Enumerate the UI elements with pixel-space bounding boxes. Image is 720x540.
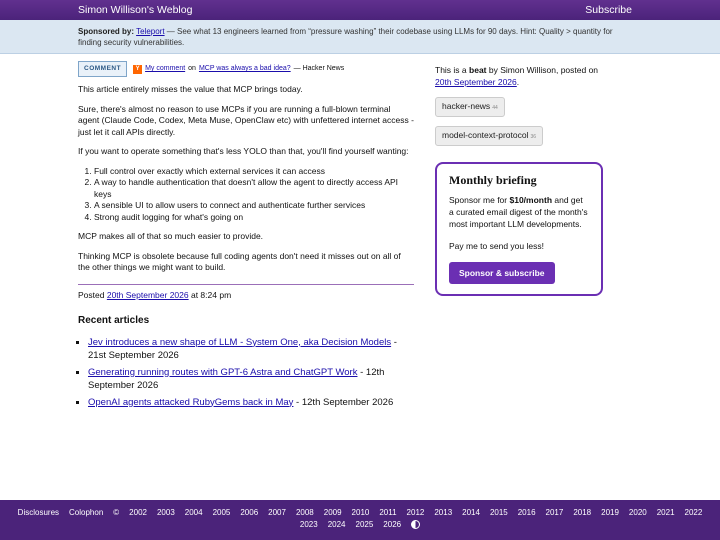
comment-source: — Hacker News xyxy=(293,65,345,73)
tag-count: 36 xyxy=(530,134,537,140)
footer-year-link[interactable]: 2009 xyxy=(324,508,342,517)
paragraph-5: Thinking MCP is obsolete because full co… xyxy=(78,250,401,273)
beat-label: beat xyxy=(469,65,487,75)
sidebar-intro: This is a beat by Simon Willison, posted… xyxy=(435,65,599,87)
footer-year-link[interactable]: 2003 xyxy=(157,508,175,517)
main-content: COMMENT Y My comment on MCP was always a… xyxy=(78,61,414,413)
footer-link[interactable]: Colophon xyxy=(69,508,103,517)
posted-date-link[interactable]: 20th September 2026 xyxy=(107,290,189,300)
footer-year-link[interactable]: 2011 xyxy=(379,508,396,517)
recent-article-link[interactable]: OpenAI agents attacked RubyGems back in … xyxy=(88,397,293,408)
recent-article-link[interactable]: Jev introduces a new shape of LLM - Syst… xyxy=(88,337,391,348)
comment-badge: COMMENT xyxy=(78,61,128,77)
recent-article-link[interactable]: Generating running routes with GPT-6 Ast… xyxy=(88,367,357,378)
briefing-text-1: Sponsor me for xyxy=(449,195,508,205)
subscribe-link[interactable]: Subscribe xyxy=(585,4,632,16)
site-header: Simon Willison's Weblog Subscribe xyxy=(0,0,720,20)
requirements-list: Full control over exactly which external… xyxy=(78,166,414,224)
monthly-briefing-box: Monthly briefing Sponsor me for $10/mont… xyxy=(435,162,603,296)
footer-row-2: 2023 2024 2025 2026 xyxy=(0,520,720,529)
list-item: A way to handle authentication that does… xyxy=(94,177,414,200)
footer-year-link[interactable]: 2012 xyxy=(407,508,425,517)
briefing-text: Sponsor me for $10/month and get a curat… xyxy=(449,194,589,230)
footer-year-link[interactable]: 2017 xyxy=(546,508,564,517)
post-link[interactable]: MCP was always a bad idea? xyxy=(199,63,291,75)
footer-year-link[interactable]: 2024 xyxy=(328,520,346,529)
footer-year-link[interactable]: 2025 xyxy=(356,520,374,529)
paragraph-3: If you want to operate something that's … xyxy=(78,146,409,156)
site-footer: Disclosures Colophon © 2002 2003 2004 2005 2006… xyxy=(0,500,720,540)
intro-text-1: This is a xyxy=(435,65,467,75)
site-title-link[interactable]: Simon Willison's Weblog xyxy=(78,4,192,16)
footer-year-link[interactable]: 2018 xyxy=(573,508,591,517)
sidebar-date-link[interactable]: 20th September 2026 xyxy=(435,77,517,87)
posted-line: Posted 20th September 2026 at 8:24 pm xyxy=(78,283,414,302)
paragraph-2: Sure, there's almost no reason to use MC… xyxy=(78,103,414,137)
recent-article-date: - 12th September 2026 xyxy=(293,396,394,408)
footer-year-link[interactable]: 2008 xyxy=(296,508,314,517)
footer-year-link[interactable]: 2026 xyxy=(383,520,401,529)
footer-link[interactable]: Disclosures xyxy=(18,508,59,517)
briefing-title: Monthly briefing xyxy=(449,173,537,187)
footer-year-link[interactable]: 2010 xyxy=(352,508,370,517)
sponsor-banner: Sponsored by: Teleport — See what 13 eng… xyxy=(0,20,720,54)
footer-year-link[interactable]: 2020 xyxy=(629,508,647,517)
footer-year-link[interactable]: 2021 xyxy=(657,508,675,517)
theme-toggle-icon[interactable] xyxy=(411,520,421,529)
sponsor-subscribe-button[interactable]: Sponsor & subscribe xyxy=(449,262,555,284)
list-item: Generating running routes with GPT-6 Ast… xyxy=(88,366,414,392)
footer-link: © xyxy=(113,508,120,517)
footer-year-link[interactable]: 2019 xyxy=(601,508,619,517)
briefing-text-3: Pay me to send you less! xyxy=(449,241,544,251)
tag-count: 44 xyxy=(492,105,498,111)
footer-year-link[interactable]: 2007 xyxy=(268,508,286,517)
footer-year-link[interactable]: 2022 xyxy=(685,508,703,517)
list-item: Jev introduces a new shape of LLM - Syst… xyxy=(88,336,414,362)
list-item: Strong audit logging for what's going on xyxy=(94,212,414,224)
paragraph-4: MCP makes all of that so much easier to … xyxy=(78,231,264,241)
hacker-news-icon: Y xyxy=(133,64,143,74)
posted-time: at 8:24 pm xyxy=(190,289,232,300)
footer-year-link[interactable]: 2006 xyxy=(240,508,258,517)
recent-articles-heading: Recent articles xyxy=(78,315,150,326)
footer-year-link[interactable]: 2013 xyxy=(434,508,452,517)
recent-articles-list: Jev introduces a new shape of LLM - Syst… xyxy=(78,336,414,409)
list-item: A sensible UI to allow users to connect … xyxy=(94,200,414,212)
paragraph-1: This article entirely misses the value t… xyxy=(78,84,303,94)
footer-year-link[interactable]: 2014 xyxy=(462,508,480,517)
comment-meta: COMMENT Y My comment on MCP was always a… xyxy=(78,61,414,77)
list-item: OpenAI agents attacked RubyGems back in … xyxy=(88,396,414,409)
briefing-price: $10/month xyxy=(509,195,553,205)
footer-row-1: Disclosures Colophon © 2002 2003 2004 2005 2006… xyxy=(0,508,720,517)
sponsor-prefix: Sponsored by: xyxy=(78,27,135,36)
tag-hacker-news[interactable]: hacker-news 44 xyxy=(435,97,505,117)
posted-prefix: Posted xyxy=(78,289,105,300)
list-item: Full control over exactly which external… xyxy=(94,166,414,178)
my-comment-link[interactable]: My comment xyxy=(145,63,185,75)
sponsor-text: Sponsored by: Teleport — See what 13 eng… xyxy=(78,26,638,48)
footer-year-link[interactable]: 2004 xyxy=(185,508,203,517)
sponsor-link[interactable]: Teleport xyxy=(136,27,164,36)
tag-model-context-protocol[interactable]: model-context-protocol 36 xyxy=(435,126,544,146)
footer-year-link[interactable]: 2023 xyxy=(300,520,318,529)
footer-year-link[interactable]: 2016 xyxy=(518,508,536,517)
footer-year-link[interactable]: 2002 xyxy=(129,508,147,517)
sidebar: This is a beat by Simon Willison, posted… xyxy=(435,64,605,296)
intro-text-2: by Simon Willison, posted on xyxy=(488,65,599,75)
footer-year-link[interactable]: 2005 xyxy=(213,508,231,517)
tag-label: model-context-protocol xyxy=(442,130,529,140)
footer-year-link[interactable]: 2015 xyxy=(490,508,508,517)
tag-label: hacker-news xyxy=(442,101,491,111)
comment-on: on xyxy=(188,65,196,73)
